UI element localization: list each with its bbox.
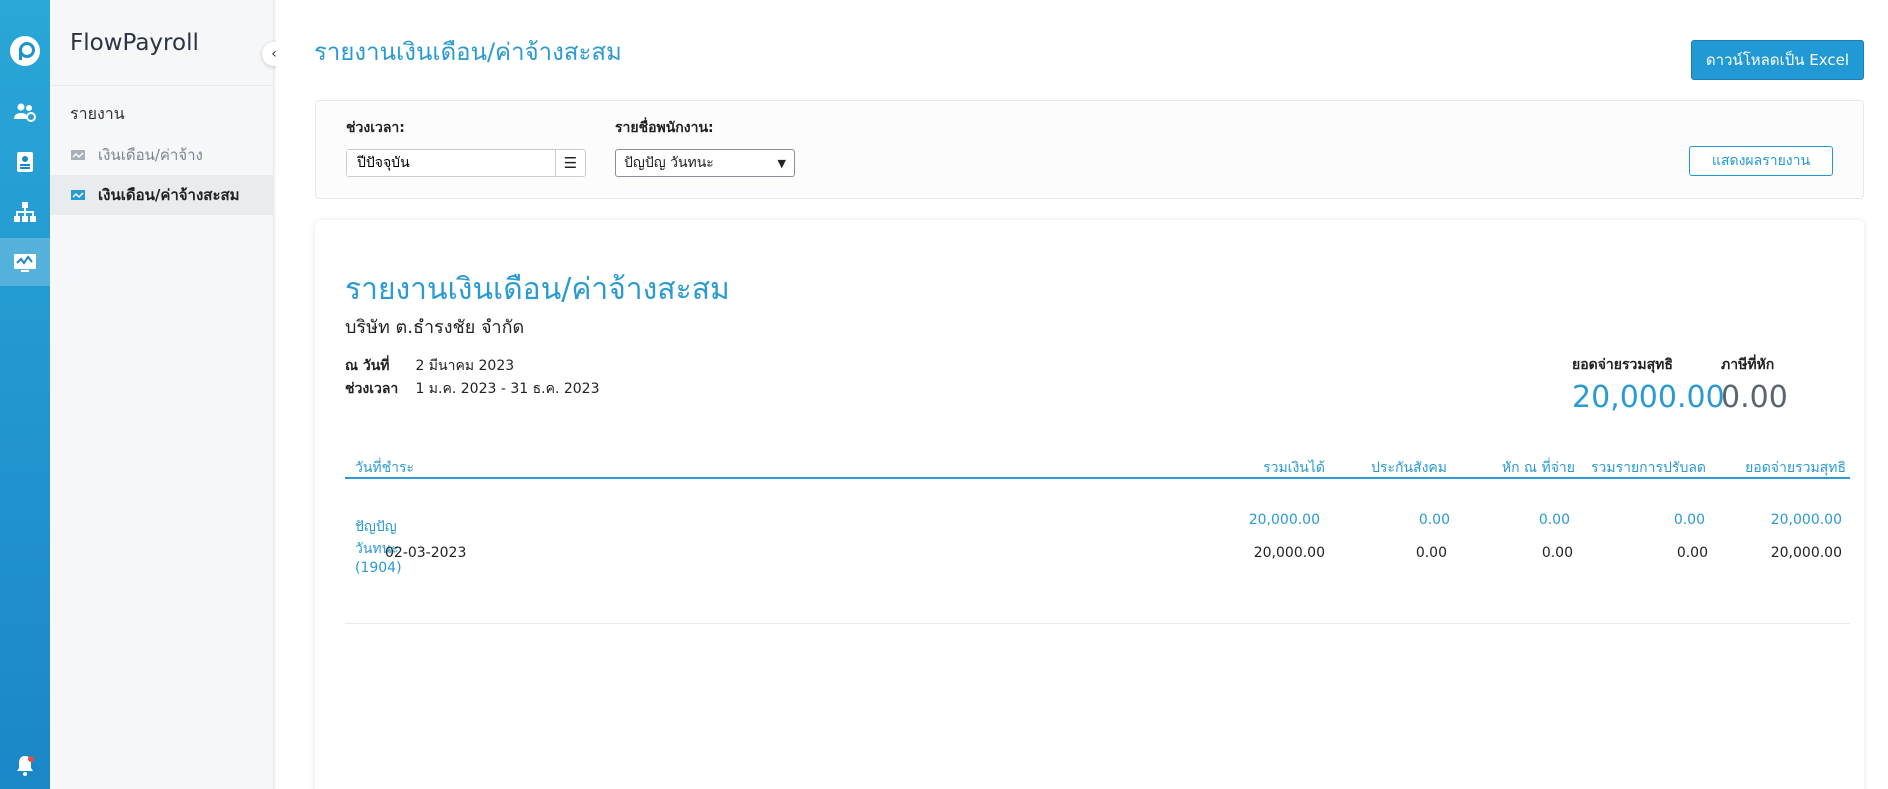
row-total-income: 20,000.00: [1253, 545, 1325, 561]
report-title: รายงานเงินเดือน/ค่าจ้างสะสม: [345, 272, 730, 307]
people-icon[interactable]: [0, 88, 50, 136]
group-total-income: 20,000.00: [1248, 512, 1320, 528]
group-net-pay: 20,000.00: [1770, 512, 1842, 528]
report-period-value: 1 ม.ค. 2023 - 31 ธ.ค. 2023: [415, 381, 600, 397]
show-report-button[interactable]: แสดงผลรายงาน: [1689, 146, 1833, 176]
table-header: วันที่ชำระ รวมเงินได้ ประกันสังคม หัก ณ …: [345, 453, 1850, 479]
list-icon: ☰: [563, 154, 578, 172]
filter-panel: ช่วงเวลา: ☰ รายชื่อพนักงาน: ปัญปัญ วันทน…: [315, 100, 1864, 199]
col-deductions[interactable]: รวมรายการปรับลด: [1591, 457, 1706, 479]
id-card-icon[interactable]: [0, 138, 50, 186]
app-brand: FlowPayroll: [50, 0, 273, 86]
period-input[interactable]: [347, 150, 547, 176]
table-row: 02-03-2023 20,000.00 0.00 0.00 0.00 20,0…: [345, 541, 1850, 565]
row-social-security: 0.00: [1415, 545, 1447, 561]
report-date-row: ณ วันที่ 2 มีนาคม 2023: [345, 355, 514, 377]
sidebar-item-accumulated-salary[interactable]: เงินเดือน/ค่าจ้างสะสม: [50, 175, 273, 215]
sidebar-section-reports: รายงาน: [70, 104, 125, 123]
company-name: บริษัท ต.ธำรงชัย จำกัด: [345, 317, 525, 338]
report-card: รายงานเงินเดือน/ค่าจ้างสะสม บริษัท ต.ธำร…: [315, 220, 1864, 789]
employee-group-row[interactable]: ⌄ ปัญปัญ วันทนะ (1904) 20,000.00 0.00 0.0…: [345, 508, 1850, 576]
group-withholding: 0.00: [1538, 512, 1570, 528]
main-content: รายงานเงินเดือน/ค่าจ้างสะสม ดาวน์โหลดเป็…: [276, 0, 1888, 789]
page-title: รายงานเงินเดือน/ค่าจ้างสะสม: [314, 38, 622, 66]
col-social-security[interactable]: ประกันสังคม: [1371, 457, 1447, 479]
sidebar-item-label: เงินเดือน/ค่าจ้าง: [98, 146, 203, 164]
tax-label: ภาษีที่หัก: [1721, 357, 1775, 373]
report-period-row: ช่วงเวลา 1 ม.ค. 2023 - 31 ธ.ค. 2023: [345, 378, 600, 400]
sidebar-item-salary[interactable]: เงินเดือน/ค่าจ้าง: [50, 135, 273, 175]
tax-value: 0.00: [1721, 380, 1788, 415]
report-chart-icon[interactable]: [0, 238, 50, 286]
employee-label: รายชื่อพนักงาน:: [615, 120, 714, 136]
chevron-down-icon: ▼: [777, 156, 786, 170]
group-social-security: 0.00: [1418, 512, 1450, 528]
sidebar-item-label: เงินเดือน/ค่าจ้างสะสม: [98, 186, 240, 204]
report-date-value: 2 มีนาคม 2023: [415, 358, 515, 374]
tax-summary: ภาษีที่หัก 0.00: [1721, 354, 1788, 415]
employee-select-value: ปัญปัญ วันทนะ: [624, 155, 714, 171]
bell-icon[interactable]: [0, 741, 50, 789]
row-date: 02-03-2023: [385, 545, 467, 561]
net-pay-label: ยอดจ่ายรวมสุทธิ: [1572, 357, 1673, 373]
icon-rail: [0, 0, 50, 789]
employee-select[interactable]: ปัญปัญ วันทนะ ▼: [615, 149, 795, 177]
report-icon: [71, 150, 85, 160]
col-net-pay[interactable]: ยอดจ่ายรวมสุทธิ: [1745, 457, 1846, 479]
app-logo-icon[interactable]: [10, 36, 40, 66]
org-chart-icon[interactable]: [0, 188, 50, 236]
col-total-income[interactable]: รวมเงินได้: [1263, 457, 1325, 479]
table-bottom-divider: [345, 623, 1850, 624]
report-period-key: ช่วงเวลา: [345, 381, 399, 397]
net-pay-summary: ยอดจ่ายรวมสุทธิ 20,000.00: [1572, 354, 1725, 415]
row-deductions: 0.00: [1676, 545, 1708, 561]
net-pay-value: 20,000.00: [1572, 380, 1725, 415]
group-deductions: 0.00: [1673, 512, 1705, 528]
col-withholding[interactable]: หัก ณ ที่จ่าย: [1502, 457, 1575, 479]
period-menu-button[interactable]: ☰: [555, 150, 585, 176]
sidebar: FlowPayroll รายงาน เงินเดือน/ค่าจ้าง เงิ…: [50, 0, 274, 789]
download-excel-button[interactable]: ดาวน์โหลดเป็น Excel: [1690, 40, 1864, 80]
period-field[interactable]: ☰: [346, 149, 586, 177]
chart-icon: [71, 190, 85, 200]
row-net-pay: 20,000.00: [1770, 545, 1842, 561]
row-withholding: 0.00: [1541, 545, 1573, 561]
col-pay-date[interactable]: วันที่ชำระ: [355, 457, 414, 479]
report-date-key: ณ วันที่: [345, 358, 390, 374]
period-label: ช่วงเวลา:: [346, 120, 405, 136]
